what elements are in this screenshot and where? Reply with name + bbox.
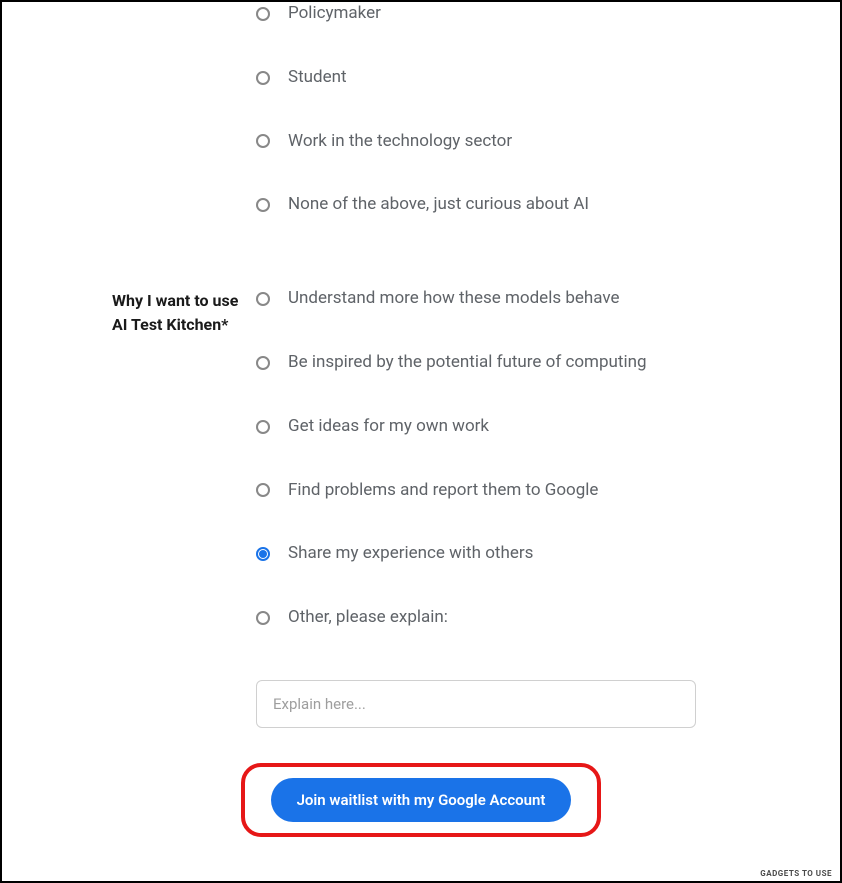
radio-label: Policymaker — [288, 2, 381, 26]
radio-label: Be inspired by the potential future of c… — [288, 351, 647, 375]
form-section-role: Policymaker Student Work in the technolo… — [42, 2, 800, 257]
section-label-empty — [42, 2, 252, 257]
radio-icon — [256, 611, 270, 625]
section-why-label-wrap: Why I want to use AI Test Kitchen* — [42, 287, 252, 728]
radio-label: Understand more how these models behave — [288, 287, 620, 311]
radio-icon — [256, 198, 270, 212]
radio-icon — [256, 547, 270, 561]
radio-icon — [256, 7, 270, 21]
radio-option-understand-models[interactable]: Understand more how these models behave — [256, 287, 800, 311]
radio-label: None of the above, just curious about AI — [288, 193, 589, 217]
radio-option-student[interactable]: Student — [256, 66, 800, 90]
radio-icon — [256, 356, 270, 370]
submit-area: Join waitlist with my Google Account — [42, 778, 800, 822]
radio-icon — [256, 71, 270, 85]
radio-option-get-ideas[interactable]: Get ideas for my own work — [256, 415, 800, 439]
radio-option-inspired-future[interactable]: Be inspired by the potential future of c… — [256, 351, 800, 375]
section-why-options: Understand more how these models behave … — [252, 287, 800, 728]
radio-label: Find problems and report them to Google — [288, 479, 598, 503]
radio-icon — [256, 483, 270, 497]
radio-option-share-experience[interactable]: Share my experience with others — [256, 542, 800, 566]
radio-icon — [256, 292, 270, 306]
section-why-title: Why I want to use AI Test Kitchen* — [112, 289, 252, 337]
radio-icon — [256, 420, 270, 434]
watermark: GADGETS TO USE — [760, 869, 832, 878]
section-role-options: Policymaker Student Work in the technolo… — [252, 2, 800, 257]
form-section-why: Why I want to use AI Test Kitchen* Under… — [42, 287, 800, 728]
radio-label: Get ideas for my own work — [288, 415, 489, 439]
radio-option-policymaker[interactable]: Policymaker — [256, 2, 800, 26]
waitlist-form: Policymaker Student Work in the technolo… — [2, 2, 840, 862]
radio-option-find-problems[interactable]: Find problems and report them to Google — [256, 479, 800, 503]
radio-icon — [256, 134, 270, 148]
radio-option-none-curious[interactable]: None of the above, just curious about AI — [256, 193, 800, 217]
explain-input[interactable] — [256, 680, 696, 728]
radio-label: Share my experience with others — [288, 542, 533, 566]
radio-label: Student — [288, 66, 347, 90]
radio-option-tech-sector[interactable]: Work in the technology sector — [256, 130, 800, 154]
radio-label: Work in the technology sector — [288, 130, 512, 154]
radio-label: Other, please explain: — [288, 606, 448, 630]
radio-option-other[interactable]: Other, please explain: — [256, 606, 800, 630]
join-waitlist-button[interactable]: Join waitlist with my Google Account — [271, 778, 572, 822]
